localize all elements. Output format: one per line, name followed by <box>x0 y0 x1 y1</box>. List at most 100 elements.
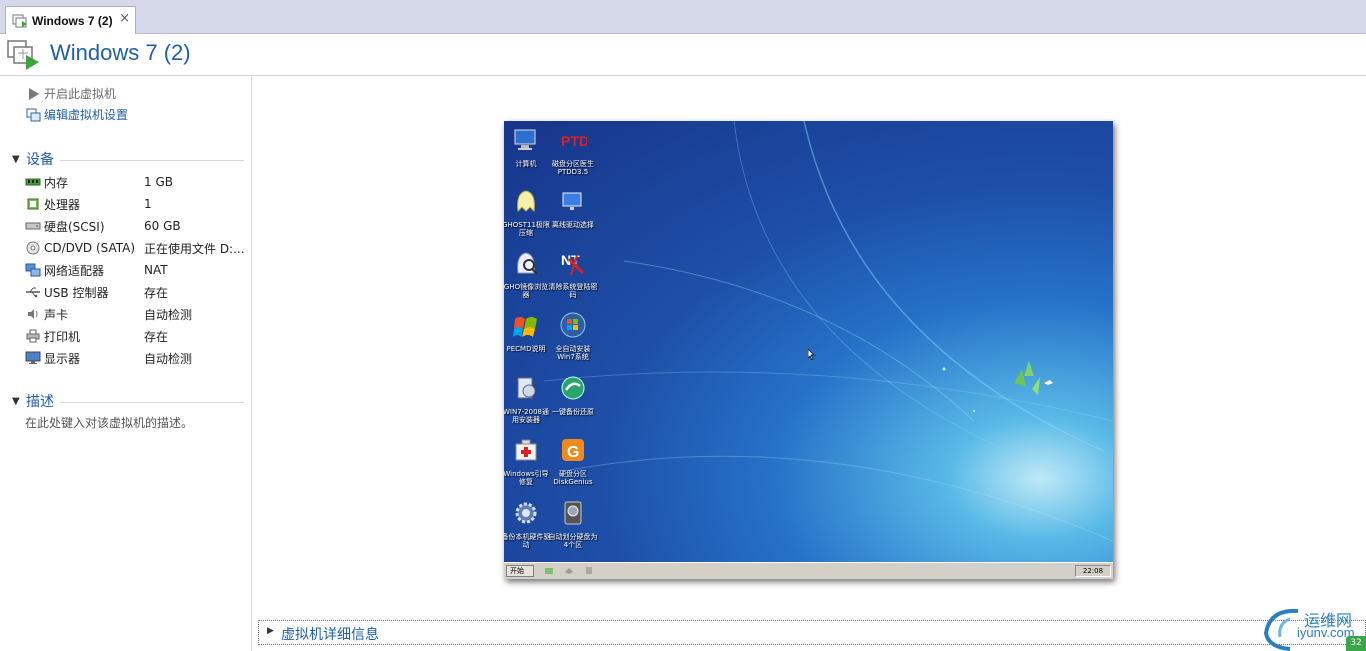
desktop-label: Windows引导修复 <box>504 470 549 486</box>
desktop-label: 磁盘分区医生PTDD3.5 <box>552 160 594 176</box>
description-section-header[interactable]: ▼ 描述 <box>12 391 244 411</box>
desktop-item[interactable]: WIN7-2008通用安装器 <box>504 374 551 424</box>
win7-install-icon <box>560 312 586 338</box>
nt-password-icon: NT <box>561 252 585 276</box>
divider <box>60 401 244 403</box>
desktop-item[interactable]: G 硬盘分区DiskGenius <box>548 436 598 486</box>
device-row-memory[interactable]: 内存 1 GB <box>24 171 246 193</box>
ghost-icon <box>517 190 535 213</box>
vm-icon <box>7 40 39 70</box>
desktop-item[interactable]: 一键备份还原 <box>548 374 598 416</box>
edit-settings-icon <box>26 108 41 121</box>
desktop-item[interactable]: PECMD说明 <box>504 311 551 353</box>
power-on-label: 开启此虚拟机 <box>44 87 117 101</box>
device-name: USB 控制器 <box>44 285 109 300</box>
device-value: 存在 <box>144 329 169 344</box>
device-value: 1 GB <box>144 175 173 189</box>
desktop-label: GHO镜像浏览器 <box>504 283 549 299</box>
desktop-label: 计算机 <box>515 160 537 168</box>
start-button[interactable]: 开始 <box>506 565 534 577</box>
device-name: 打印机 <box>44 329 81 344</box>
desktop-item[interactable]: 计算机 <box>504 126 551 168</box>
vm-details-bar[interactable]: ▶ 虚拟机详细信息 <box>258 620 1366 645</box>
ptd-icon: PTD <box>561 133 589 149</box>
divider <box>60 159 244 161</box>
device-row-cd-dvd[interactable]: CD/DVD (SATA) 正在使用文件 D:... <box>24 237 246 259</box>
desktop-item[interactable]: GHO镜像浏览器 <box>504 249 551 299</box>
description-text[interactable]: 在此处键入对该虚拟机的描述。 <box>25 414 193 431</box>
win-installer-icon <box>517 377 536 399</box>
device-value: NAT <box>144 263 168 277</box>
power-on-action[interactable]: 开启此虚拟机 <box>26 85 116 102</box>
desktop-label: 清除系统登陆密码 <box>548 283 598 299</box>
pecmd-icon <box>513 317 537 337</box>
desktop-label: 全自动安装Win7系统 <box>555 345 591 361</box>
desktop-label: GHOST11极限压缩 <box>504 221 550 237</box>
desktop-item[interactable]: Windows引导修复 <box>504 436 551 486</box>
desktop-item[interactable]: 备份本机硬件驱动 <box>504 499 551 549</box>
watermark-badge: 32 <box>1346 636 1366 651</box>
backup-restore-icon <box>561 376 585 400</box>
devices-heading: 设备 <box>26 152 54 168</box>
device-name: 声卡 <box>44 307 69 322</box>
device-value: 1 <box>144 197 152 211</box>
device-row-network[interactable]: 网络适配器 NAT <box>24 259 246 281</box>
desktop-label: 硬盘分区DiskGenius <box>553 470 593 486</box>
edit-settings-action[interactable]: 编辑虚拟机设置 <box>26 106 128 123</box>
desktop-label: WIN7-2008通用安装器 <box>504 408 550 424</box>
description-heading: 描述 <box>26 394 54 410</box>
device-row-usb[interactable]: USB 控制器 存在 <box>24 281 246 303</box>
network-adapter-icon <box>24 263 42 277</box>
quicklaunch-icon[interactable] <box>544 566 554 575</box>
device-row-display[interactable]: 显示器 自动检测 <box>24 347 246 369</box>
computer-icon <box>514 129 536 150</box>
desktop-item[interactable]: 离线驱动选择 <box>548 187 598 229</box>
vm-console-screen[interactable]: 计算机 PTD 磁盘分区医生PTDD3.5 GHOST11极限压缩 离线驱动选择… <box>504 121 1113 579</box>
device-value: 60 GB <box>144 219 181 233</box>
collapse-arrow-icon[interactable]: ▼ <box>12 396 26 407</box>
device-value: 正在使用文件 D:... <box>144 241 245 256</box>
device-row-printer[interactable]: 打印机 存在 <box>24 325 246 347</box>
device-value: 存在 <box>144 285 169 300</box>
driver-backup-icon <box>515 502 537 524</box>
windows-boot-repair-icon <box>515 439 537 461</box>
system-clock[interactable]: 22:08 <box>1075 565 1111 577</box>
tab-windows7-2[interactable]: Windows 7 (2) × <box>5 6 136 34</box>
guest-taskbar: 开始 22:08 <box>504 562 1113 579</box>
devices-section-header[interactable]: ▼ 设备 <box>12 149 244 169</box>
desktop-label: 一键备份还原 <box>552 408 594 416</box>
printer-icon <box>24 329 42 343</box>
usb-icon <box>24 285 42 299</box>
device-name: CD/DVD (SATA) <box>44 241 136 255</box>
edit-settings-label: 编辑虚拟机设置 <box>44 108 129 122</box>
desktop-label: 离线驱动选择 <box>552 221 594 229</box>
desktop-item[interactable]: 全自动安装Win7系统 <box>548 311 598 361</box>
vm-tab-icon <box>12 14 27 27</box>
tab-title: Windows 7 (2) <box>32 13 113 28</box>
device-name: 内存 <box>44 175 69 190</box>
gho-browser-icon <box>517 252 538 275</box>
close-icon[interactable]: × <box>119 11 130 26</box>
memory-icon <box>24 175 42 189</box>
desktop-item[interactable]: 自动划分硬盘为4个区 <box>548 499 598 549</box>
device-name: 处理器 <box>44 197 81 212</box>
desktop-label: 自动划分硬盘为4个区 <box>548 533 598 549</box>
desktop-item[interactable]: PTD 磁盘分区医生PTDD3.5 <box>548 126 598 176</box>
vm-details-label: 虚拟机详细信息 <box>281 627 379 643</box>
device-row-hard-disk[interactable]: 硬盘(SCSI) 60 GB <box>24 215 246 237</box>
tab-strip: Windows 7 (2) × <box>0 0 1366 34</box>
display-icon <box>24 351 42 365</box>
expand-arrow-icon[interactable]: ▶ <box>267 626 274 636</box>
svg-text:PTD: PTD <box>561 133 587 149</box>
device-value: 自动检测 <box>144 307 193 322</box>
collapse-arrow-icon[interactable]: ▼ <box>12 154 26 165</box>
quicklaunch-icon[interactable] <box>564 566 574 575</box>
desktop-item[interactable]: GHOST11极限压缩 <box>504 187 551 237</box>
device-name: 硬盘(SCSI) <box>44 219 105 234</box>
svg-text:G: G <box>567 444 579 461</box>
quicklaunch-icon[interactable] <box>584 566 594 575</box>
device-row-sound[interactable]: 声卡 自动检测 <box>24 303 246 325</box>
device-row-processor[interactable]: 处理器 1 <box>24 193 246 215</box>
vm-header: Windows 7 (2) <box>0 34 1366 76</box>
desktop-item[interactable]: NT 清除系统登陆密码 <box>548 249 598 299</box>
